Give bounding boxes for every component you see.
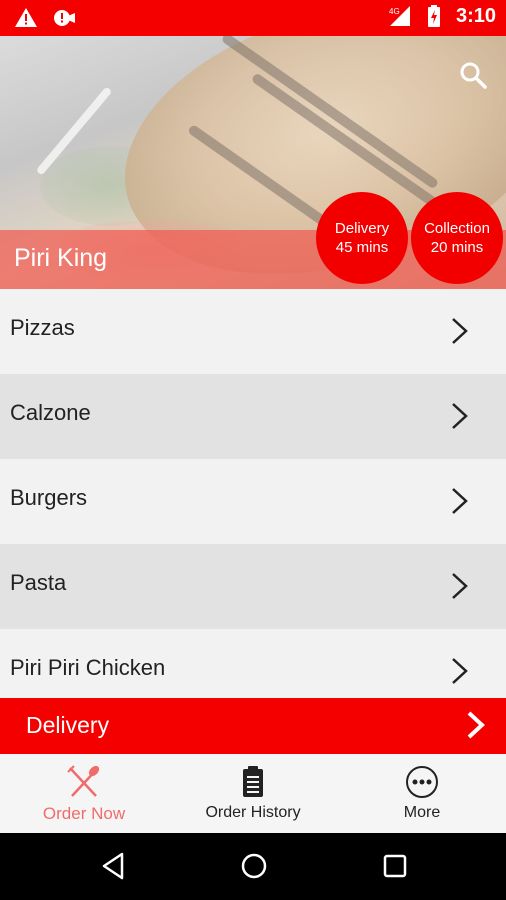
delivery-mode-label: Delivery bbox=[26, 712, 110, 738]
category-list: Pizzas Calzone Burgers Pasta Piri Piri C… bbox=[0, 289, 506, 714]
category-row-burgers[interactable]: Burgers bbox=[0, 459, 506, 544]
fork-knife-icon bbox=[67, 765, 100, 797]
delivery-mode-bar[interactable]: Delivery bbox=[0, 698, 506, 754]
delivery-badge-title: Delivery bbox=[334, 220, 390, 237]
back-icon[interactable] bbox=[98, 851, 128, 881]
status-time: 3:10 bbox=[455, 4, 496, 27]
nav-label: More bbox=[403, 804, 441, 821]
search-icon[interactable] bbox=[458, 60, 488, 90]
recents-icon[interactable] bbox=[380, 851, 410, 881]
nav-label: Order Now bbox=[42, 804, 126, 823]
category-row-calzone[interactable]: Calzone bbox=[0, 374, 506, 459]
category-row-pasta[interactable]: Pasta bbox=[0, 544, 506, 629]
battery-charging-icon bbox=[427, 5, 440, 27]
warning-icon bbox=[15, 8, 37, 27]
nav-order-now[interactable]: Order Now bbox=[0, 754, 168, 833]
chevron-right-icon bbox=[452, 658, 468, 684]
chevron-right-icon bbox=[452, 488, 468, 514]
nav-more[interactable]: More bbox=[338, 754, 506, 833]
collection-badge-title: Collection bbox=[424, 220, 490, 237]
nav-label: Order History bbox=[205, 804, 301, 821]
alert-badge-icon bbox=[54, 10, 75, 26]
category-label: Pasta bbox=[10, 570, 67, 595]
bottom-navigation: Order Now Order History More bbox=[0, 754, 506, 833]
category-label: Burgers bbox=[10, 485, 88, 510]
signal-icon: 4G bbox=[389, 6, 410, 26]
category-label: Calzone bbox=[10, 400, 91, 425]
svg-text:4G: 4G bbox=[389, 7, 400, 16]
status-bar: 4G 3:10 bbox=[0, 0, 506, 36]
restaurant-name: Piri King bbox=[14, 244, 108, 272]
system-navigation-bar bbox=[0, 833, 506, 900]
clipboard-icon bbox=[243, 766, 263, 797]
chevron-right-icon bbox=[452, 573, 468, 599]
delivery-badge-time: 45 mins bbox=[335, 239, 389, 256]
chevron-right-icon bbox=[467, 711, 485, 739]
chevron-right-icon bbox=[452, 318, 468, 344]
home-icon[interactable] bbox=[239, 851, 269, 881]
more-dots-icon bbox=[406, 766, 438, 798]
nav-order-history[interactable]: Order History bbox=[169, 754, 337, 833]
delivery-time-badge[interactable]: Delivery 45 mins bbox=[316, 192, 408, 284]
collection-time-badge[interactable]: Collection 20 mins bbox=[411, 192, 503, 284]
collection-badge-time: 20 mins bbox=[430, 239, 484, 256]
category-label: Piri Piri Chicken bbox=[10, 655, 166, 680]
category-row-pizzas[interactable]: Pizzas bbox=[0, 289, 506, 374]
chevron-right-icon bbox=[452, 403, 468, 429]
category-label: Pizzas bbox=[10, 315, 75, 340]
